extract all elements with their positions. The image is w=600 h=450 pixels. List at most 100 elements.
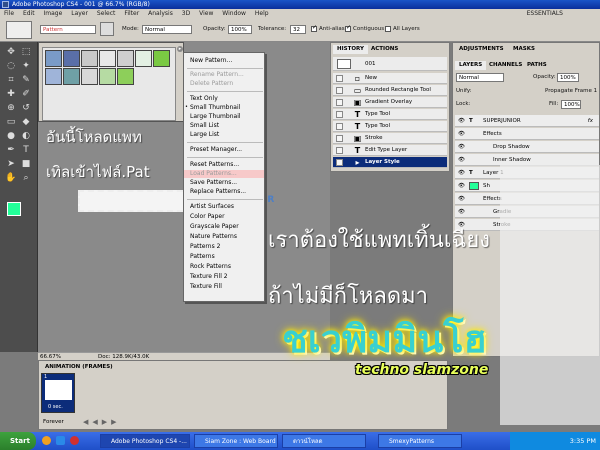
menu-item-preset-manager[interactable]: Preset Manager... [190, 146, 242, 154]
history-source-checkbox[interactable] [336, 159, 343, 166]
pattern-swatch[interactable] [99, 68, 116, 85]
history-row-selected[interactable]: ▸ Layer Style [333, 157, 447, 168]
clone-stamp-tool-icon[interactable]: ⊕ [4, 102, 18, 114]
menu-item-save-patterns[interactable]: Save Patterns... [190, 179, 237, 187]
eyedropper-tool-icon[interactable]: ✎ [19, 74, 33, 86]
visibility-eye-icon[interactable]: 👁 [458, 193, 465, 205]
type-tool-icon[interactable]: T [19, 144, 33, 156]
menu-image[interactable]: Image [44, 10, 63, 17]
menu-item-texture-fill-2[interactable]: Texture Fill 2 [190, 273, 228, 281]
menu-help[interactable]: Help [255, 10, 269, 17]
dodge-tool-icon[interactable]: ◐ [19, 130, 33, 142]
visibility-eye-icon[interactable]: 👁 [458, 180, 465, 192]
tab-masks[interactable]: MASKS [509, 45, 539, 54]
pattern-swatch[interactable] [117, 68, 134, 85]
history-brush-tool-icon[interactable]: ↺ [19, 102, 33, 114]
taskbar-button-siamzone[interactable]: Siam Zone : Web Board ... [194, 434, 278, 448]
move-tool-icon[interactable]: ✥ [4, 46, 18, 58]
paint-bucket-tool-icon[interactable]: ◆ [19, 116, 33, 128]
hand-tool-icon[interactable]: ✋ [4, 172, 18, 184]
history-row[interactable]: ▭ Rounded Rectangle Tool [333, 85, 447, 96]
pattern-preview-swatch[interactable] [100, 22, 114, 36]
menu-item-text-only[interactable]: Text Only [190, 95, 218, 103]
layer-effects-row[interactable]: 👁 Effects [455, 128, 599, 140]
fill-source-select[interactable]: Pattern [40, 25, 96, 34]
menu-3d[interactable]: 3D [182, 10, 190, 17]
history-row[interactable]: T Type Tool [333, 109, 447, 120]
menu-item-reset-patterns[interactable]: Reset Patterns... [190, 161, 239, 169]
playback-controls-icon[interactable]: ◀◀▶▶ [83, 418, 121, 426]
rectangle-tool-icon[interactable]: ■ [19, 158, 33, 170]
layer-effect-row[interactable]: 👁 Drop Shadow [455, 141, 599, 153]
quicklaunch-icon[interactable] [42, 436, 51, 445]
tab-channels[interactable]: CHANNELS [485, 61, 526, 70]
history-row[interactable]: T Edit Type Layer [333, 145, 447, 156]
menu-item-small-thumbnail[interactable]: Small Thumbnail [190, 104, 240, 112]
menu-item-small-list[interactable]: Small List [190, 122, 219, 130]
history-source-checkbox[interactable] [336, 99, 343, 106]
frame-delay[interactable]: 0 sec. [48, 404, 63, 410]
pattern-swatch[interactable] [135, 50, 152, 67]
history-row[interactable]: T Type Tool [333, 121, 447, 132]
path-selection-tool-icon[interactable]: ➤ [4, 158, 18, 170]
visibility-eye-icon[interactable]: 👁 [458, 167, 465, 179]
all-layers-checkbox[interactable] [385, 26, 391, 32]
pattern-swatch[interactable] [63, 68, 80, 85]
tab-paths[interactable]: PATHS [523, 61, 551, 70]
history-source-checkbox[interactable] [336, 75, 343, 82]
menu-window[interactable]: Window [222, 10, 246, 17]
brush-tool-icon[interactable]: ✐ [19, 88, 33, 100]
menu-item-rock-patterns[interactable]: Rock Patterns [190, 263, 231, 271]
taskbar-button-download[interactable]: ดาวน์โหลด [282, 434, 366, 448]
tab-history[interactable]: HISTORY [333, 45, 368, 54]
tolerance-input[interactable]: 32 [290, 25, 306, 34]
workspace-label[interactable]: ESSENTIALS [527, 9, 563, 18]
menu-item-large-list[interactable]: Large List [190, 131, 219, 139]
menu-item-large-thumbnail[interactable]: Large Thumbnail [190, 113, 241, 121]
menu-item-load-patterns[interactable]: Load Patterns... [184, 170, 264, 178]
taskbar-button-smexypatterns[interactable]: SmexyPatterns [378, 434, 462, 448]
history-row[interactable]: ▫ New [333, 73, 447, 84]
menu-item-nature-patterns[interactable]: Nature Patterns [190, 233, 237, 241]
antialias-checkbox[interactable] [311, 24, 317, 32]
quicklaunch-icon[interactable] [56, 436, 65, 445]
tab-animation-frames[interactable]: ANIMATION (FRAMES) [41, 363, 117, 372]
healing-brush-tool-icon[interactable]: ✚ [4, 88, 18, 100]
menu-item-patterns[interactable]: Patterns [190, 253, 215, 261]
lasso-tool-icon[interactable]: ◌ [4, 60, 18, 72]
fill-input[interactable]: 100% [561, 100, 581, 109]
history-source-checkbox[interactable] [336, 123, 343, 130]
layer-opacity-input[interactable]: 100% [557, 73, 579, 82]
pattern-swatch[interactable] [81, 68, 98, 85]
taskbar-button-photoshop[interactable]: Adobe Photoshop CS4 -... [100, 434, 190, 448]
menu-item-grayscale-paper[interactable]: Grayscale Paper [190, 223, 239, 231]
history-source-checkbox[interactable] [336, 111, 343, 118]
pattern-swatch[interactable] [99, 50, 116, 67]
visibility-eye-icon[interactable]: 👁 [458, 141, 465, 153]
paint-bucket-preset-icon[interactable] [6, 21, 32, 39]
pattern-swatch[interactable] [63, 50, 80, 67]
pen-tool-icon[interactable]: ✒ [4, 144, 18, 156]
blend-mode-select[interactable]: Normal [456, 73, 504, 82]
pattern-swatch[interactable] [117, 50, 134, 67]
history-row[interactable]: ▣ Stroke [333, 133, 447, 144]
magic-wand-tool-icon[interactable]: ✦ [19, 60, 33, 72]
menu-item-patterns-2[interactable]: Patterns 2 [190, 243, 220, 251]
fx-icon[interactable]: fx [588, 115, 593, 127]
pattern-swatch[interactable] [45, 68, 62, 85]
layer-row[interactable]: 👁 T SUPERJUNIOR fx [455, 115, 599, 127]
crop-tool-icon[interactable]: ⌗ [4, 74, 18, 86]
contiguous-checkbox[interactable] [345, 24, 351, 32]
clock[interactable]: 3:35 PM [570, 437, 596, 445]
zoom-tool-icon[interactable]: ⌕ [19, 172, 33, 184]
menu-item-texture-fill[interactable]: Texture Fill [190, 283, 222, 291]
menu-edit[interactable]: Edit [23, 10, 35, 17]
history-source-checkbox[interactable] [336, 135, 343, 142]
marquee-tool-icon[interactable]: ⬚ [19, 46, 33, 58]
menu-item-new-pattern[interactable]: New Pattern... [190, 57, 232, 65]
visibility-eye-icon[interactable]: 👁 [458, 128, 465, 140]
foreground-color-swatch[interactable] [7, 202, 21, 216]
tab-layers[interactable]: LAYERS [455, 61, 487, 70]
visibility-eye-icon[interactable]: 👁 [458, 206, 465, 218]
menu-select[interactable]: Select [97, 10, 116, 17]
